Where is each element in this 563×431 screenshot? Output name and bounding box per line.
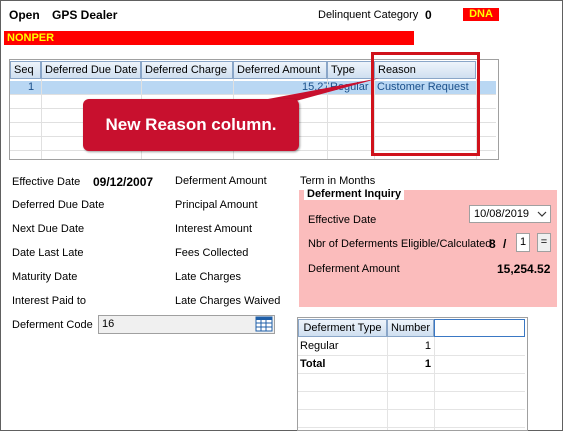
next-due-date-label: Next Due Date	[12, 223, 85, 235]
table-row[interactable]: Regular 1	[298, 338, 525, 356]
deferment-inquiry-title: Deferment Inquiry	[304, 188, 405, 200]
deferment-amount-label: Deferment Amount	[175, 175, 267, 187]
cell-deferment-type: Regular	[300, 340, 339, 352]
maturity-date-label: Maturity Date	[12, 271, 78, 283]
column-header-deferment-type[interactable]: Deferment Type	[298, 319, 387, 337]
lookup-grid-icon[interactable]	[255, 316, 273, 332]
inquiry-effective-date-value: 10/08/2019	[474, 208, 530, 220]
term-in-months-label: Term in Months	[300, 175, 376, 187]
deferment-code-label: Deferment Code	[12, 319, 93, 331]
effective-date-label: Effective Date	[12, 176, 81, 188]
late-charges-label: Late Charges	[175, 271, 242, 283]
count-separator: /	[503, 237, 507, 251]
deferred-due-date-label: Deferred Due Date	[12, 199, 105, 211]
interest-paid-to-label: Interest Paid to	[12, 295, 86, 307]
column-header-blank[interactable]	[434, 319, 525, 337]
grid-divider	[434, 337, 435, 430]
calculated-count-field[interactable]: 1	[516, 233, 530, 252]
callout-note: New Reason column.	[83, 99, 299, 151]
table-row[interactable]	[298, 410, 525, 428]
cell-number: 1	[424, 340, 431, 352]
inquiry-effective-date-label: Effective Date	[308, 214, 377, 226]
chevron-down-icon[interactable]	[537, 210, 547, 218]
cell-number: 1	[424, 358, 431, 370]
nbr-deferments-label: Nbr of Deferments Eligible/Calculated	[308, 238, 492, 250]
column-header-number[interactable]: Number	[387, 319, 434, 337]
interest-amount-label: Interest Amount	[175, 223, 253, 235]
fees-collected-label: Fees Collected	[175, 247, 249, 259]
principal-amount-label: Principal Amount	[175, 199, 258, 211]
table-row[interactable]: Total 1	[298, 356, 525, 374]
deferment-code-value: 16	[102, 318, 115, 330]
calculate-button[interactable]: =	[537, 233, 551, 252]
deferment-type-grid[interactable]: Deferment Type Number Regular 1 Total 1	[297, 317, 528, 431]
late-charges-waived-label: Late Charges Waived	[175, 295, 281, 307]
cell-deferment-type: Total	[300, 358, 326, 370]
effective-date-value: 09/12/2007	[93, 175, 154, 189]
table-row[interactable]	[298, 374, 525, 392]
table-row[interactable]	[298, 392, 525, 410]
inquiry-deferment-amount-value: 15,254.52	[497, 262, 551, 276]
grid-divider	[387, 337, 388, 430]
eligible-count: 8	[489, 237, 496, 251]
inquiry-deferment-amount-label: Deferment Amount	[308, 263, 400, 275]
deferment-code-field[interactable]: 16	[98, 315, 275, 334]
date-last-late-label: Date Last Late	[12, 247, 84, 259]
